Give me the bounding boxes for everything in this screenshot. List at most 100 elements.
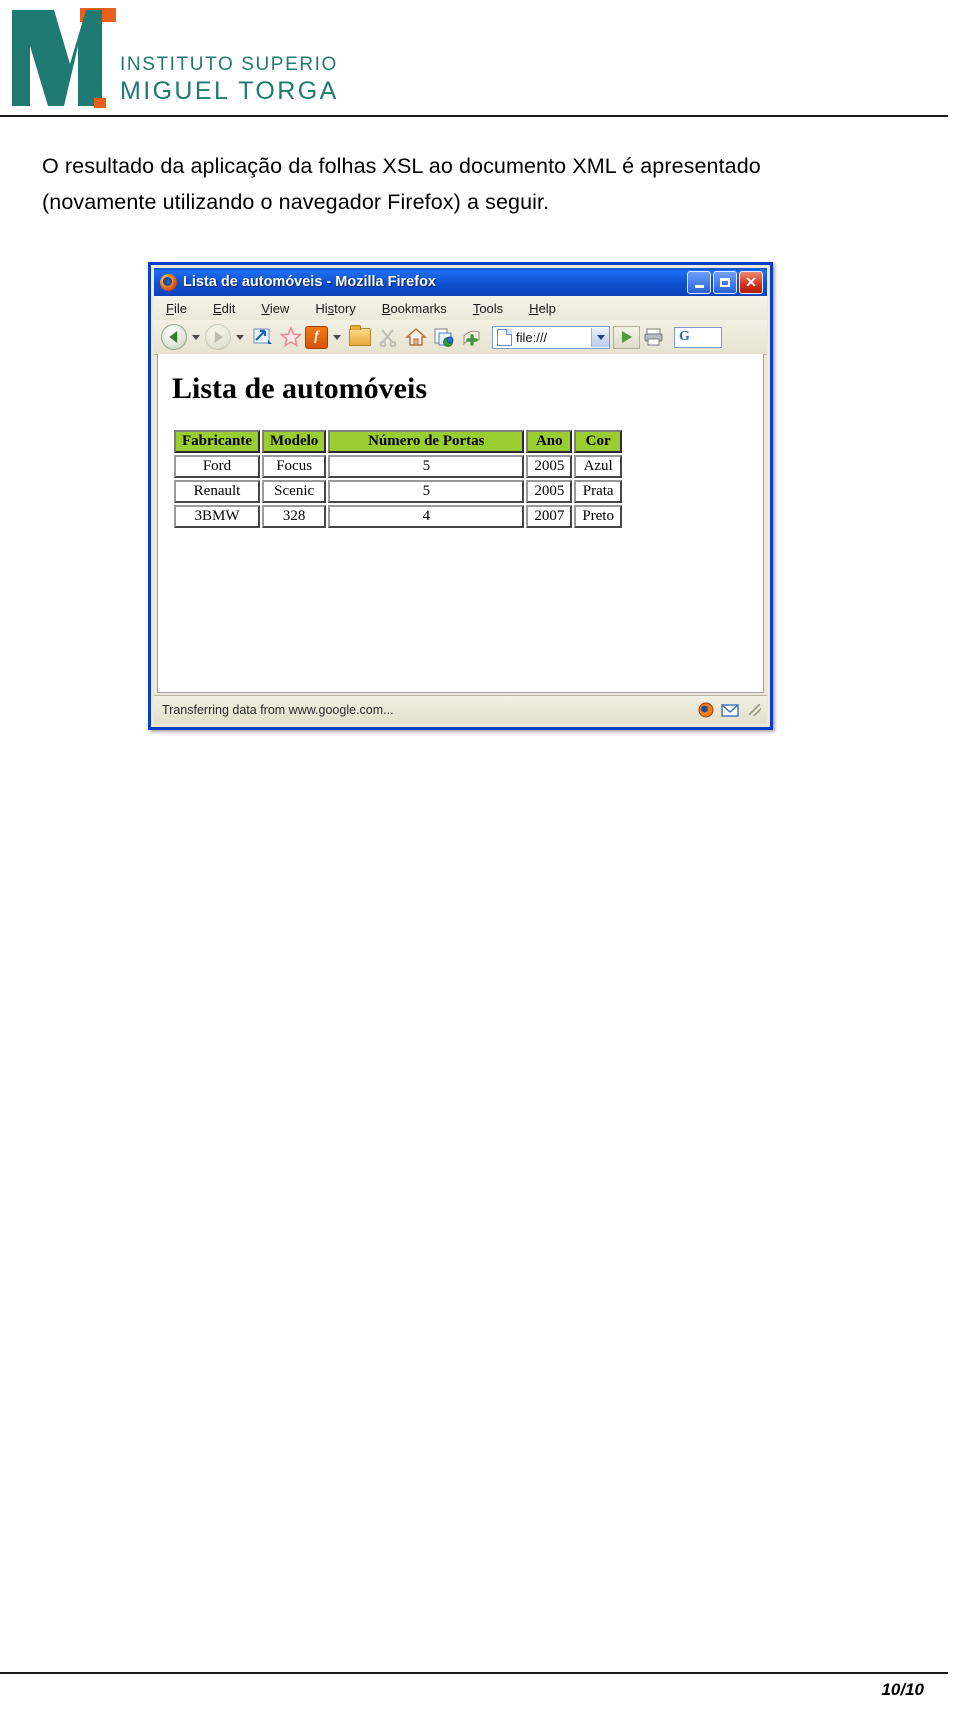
bookmark-star-button[interactable] xyxy=(280,326,302,348)
window-frame: Lista de automóveis - Mozilla Firefox ✕ … xyxy=(148,262,773,730)
column-header-ano: Ano xyxy=(526,430,573,453)
table-header-row: Fabricante Modelo Número de Portas Ano C… xyxy=(174,430,622,453)
page-title: Lista de automóveis xyxy=(172,372,427,405)
page-icon xyxy=(497,328,512,346)
search-engine-icon: G xyxy=(679,329,690,344)
window-buttons: ✕ xyxy=(687,270,767,294)
column-header-fabricante: Fabricante xyxy=(174,430,260,453)
cell-modelo: Focus xyxy=(261,455,327,478)
menu-item-view[interactable]: View xyxy=(261,301,289,316)
maximize-button[interactable] xyxy=(713,270,737,294)
status-text: Transferring data from www.google.com... xyxy=(162,703,394,717)
address-dropdown-button[interactable] xyxy=(591,327,609,347)
cell-portas: 4 xyxy=(328,505,525,528)
back-button[interactable] xyxy=(161,324,187,350)
svg-text:MIGUEL TORGA: MIGUEL TORGA xyxy=(120,77,338,105)
window-titlebar: Lista de automóveis - Mozilla Firefox ✕ xyxy=(154,268,767,296)
firefox-status-icon[interactable] xyxy=(697,702,715,718)
copy-page-button[interactable] xyxy=(433,326,455,348)
menu-bookmarks-rest: ookmarks xyxy=(390,300,447,316)
table-row: 3BMW 328 4 2007 Preto xyxy=(174,505,622,528)
reload-button[interactable] xyxy=(252,326,274,348)
close-icon: ✕ xyxy=(745,274,757,290)
forward-history-dropdown-icon[interactable] xyxy=(236,334,244,340)
cut-icon xyxy=(379,329,397,347)
cell-cor: Prata xyxy=(574,480,622,503)
go-arrow-icon xyxy=(621,331,632,343)
menu-bar: File Edit View History Bookmarks Tools H… xyxy=(154,296,767,321)
column-header-modelo: Modelo xyxy=(261,430,327,453)
body-paragraph: O resultado da aplicação da folhas XSL a… xyxy=(42,148,922,220)
open-folder-icon xyxy=(349,325,371,346)
cell-fabricante: Renault xyxy=(174,480,260,503)
menu-view-rest: iew xyxy=(269,300,290,316)
home-button[interactable] xyxy=(405,326,427,348)
table-row: Ford Focus 5 2005 Azul xyxy=(174,455,622,478)
cell-cor: Azul xyxy=(574,455,622,478)
open-file-button[interactable] xyxy=(349,325,371,348)
address-bar[interactable]: file:/// xyxy=(492,325,610,349)
menu-edit-rest: dit xyxy=(221,300,236,316)
menu-item-edit[interactable]: Edit xyxy=(213,301,235,316)
firefox-icon xyxy=(160,273,177,291)
minimize-icon xyxy=(694,284,704,288)
page-content: Lista de automóveis Fabricante Modelo Nú… xyxy=(157,354,764,693)
cell-modelo: Scenic xyxy=(261,480,327,503)
go-button[interactable] xyxy=(613,325,640,349)
navigation-toolbar: f file:/// G xyxy=(154,320,767,355)
cell-ano: 2005 xyxy=(526,455,573,478)
home-icon xyxy=(405,328,427,346)
header-divider xyxy=(0,115,948,117)
print-icon xyxy=(644,328,663,346)
svg-text:INSTITUTO SUPERIOR: INSTITUTO SUPERIOR xyxy=(120,54,338,75)
menu-item-tools[interactable]: Tools xyxy=(473,301,503,316)
footer-divider xyxy=(0,1672,948,1674)
menu-tools-rest: ools xyxy=(479,300,504,316)
cell-ano: 2007 xyxy=(526,505,573,528)
cut-button[interactable] xyxy=(377,326,399,348)
table-row: Renault Scenic 5 2005 Prata xyxy=(174,480,622,503)
document-header: INSTITUTO SUPERIOR MIGUEL TORGA xyxy=(0,0,960,118)
column-header-cor: Cor xyxy=(574,430,622,453)
menu-item-file[interactable]: File xyxy=(166,301,187,316)
cars-table: Fabricante Modelo Número de Portas Ano C… xyxy=(172,428,624,530)
forward-button[interactable] xyxy=(205,324,231,350)
mail-icon[interactable] xyxy=(721,702,739,718)
page-number: 10/10 xyxy=(881,1680,924,1699)
menu-item-history[interactable]: History xyxy=(315,301,355,316)
back-history-dropdown-icon[interactable] xyxy=(192,334,200,340)
menu-history-rest: tory xyxy=(334,300,356,316)
menu-file-rest: ile xyxy=(173,300,187,316)
browser-window-screenshot: Lista de automóveis - Mozilla Firefox ✕ … xyxy=(148,262,773,730)
cell-modelo: 328 xyxy=(261,505,327,528)
window-title: Lista de automóveis - Mozilla Firefox xyxy=(183,274,436,290)
status-icons xyxy=(697,702,767,718)
cell-fabricante: 3BMW xyxy=(174,505,260,528)
star-icon xyxy=(280,326,302,348)
logo-graphic: INSTITUTO SUPERIOR MIGUEL TORGA xyxy=(12,8,338,108)
reload-icon xyxy=(253,328,272,344)
cell-portas: 5 xyxy=(328,455,525,478)
firefox-f-dropdown-icon[interactable] xyxy=(333,334,341,340)
address-input[interactable]: file:/// xyxy=(516,330,591,345)
firefox-f-icon: f xyxy=(305,325,328,349)
paragraph-line-2: (novamente utilizando o navegador Firefo… xyxy=(42,190,550,214)
status-bar: Transferring data from www.google.com... xyxy=(154,695,767,724)
menu-item-bookmarks[interactable]: Bookmarks xyxy=(382,301,447,316)
search-box[interactable]: G xyxy=(674,326,722,348)
resize-grip-icon[interactable] xyxy=(749,704,761,716)
cell-cor: Preto xyxy=(574,505,622,528)
menu-help-rest: elp xyxy=(538,300,556,316)
firefox-f-button[interactable]: f xyxy=(305,325,328,349)
minimize-button[interactable] xyxy=(687,270,711,294)
paragraph-line-1: O resultado da aplicação da folhas XSL a… xyxy=(42,154,761,178)
column-header-numero-de-portas: Número de Portas xyxy=(328,430,525,453)
maximize-icon xyxy=(720,277,730,287)
close-button[interactable]: ✕ xyxy=(739,270,763,294)
print-button[interactable] xyxy=(643,326,665,348)
add-green-plus-icon xyxy=(463,330,480,346)
add-button[interactable] xyxy=(461,326,483,348)
menu-item-help[interactable]: Help xyxy=(529,301,556,316)
copy-page-icon xyxy=(434,328,454,347)
forward-arrow-icon xyxy=(205,324,231,350)
